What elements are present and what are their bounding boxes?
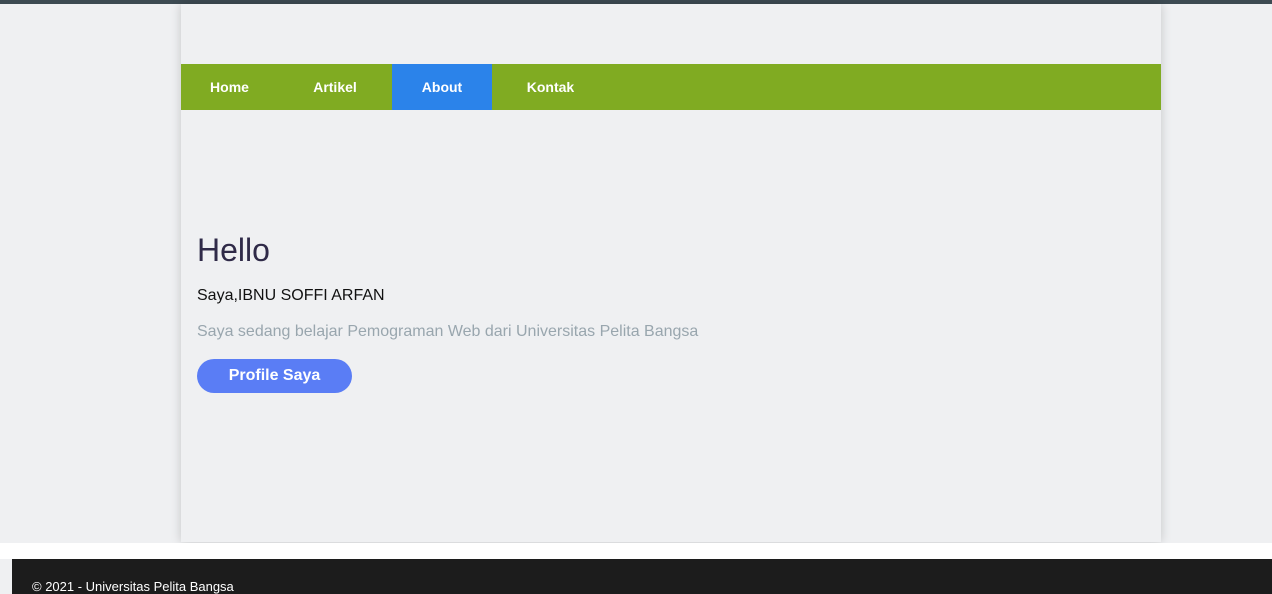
- hero-section: Hello Saya,IBNU SOFFI ARFAN Saya sedang …: [197, 234, 1097, 393]
- nav-item-artikel[interactable]: Artikel: [278, 64, 392, 110]
- nav-item-home[interactable]: Home: [181, 64, 278, 110]
- page-gap: [0, 543, 1272, 559]
- page-container: Home Artikel About Kontak Hello Saya,IBN…: [181, 4, 1161, 542]
- profile-button[interactable]: Profile Saya: [197, 359, 352, 393]
- hero-intro: Saya,IBNU SOFFI ARFAN: [197, 287, 385, 304]
- hero-heading: Hello: [197, 232, 270, 268]
- footer-copyright: © 2021 - Universitas Pelita Bangsa: [32, 579, 234, 594]
- main-nav: Home Artikel About Kontak: [181, 64, 1161, 110]
- footer: © 2021 - Universitas Pelita Bangsa: [12, 559, 1272, 594]
- nav-item-kontak[interactable]: Kontak: [492, 64, 609, 110]
- nav-item-about[interactable]: About: [392, 64, 492, 110]
- hero-subtitle: Saya sedang belajar Pemograman Web dari …: [197, 323, 699, 340]
